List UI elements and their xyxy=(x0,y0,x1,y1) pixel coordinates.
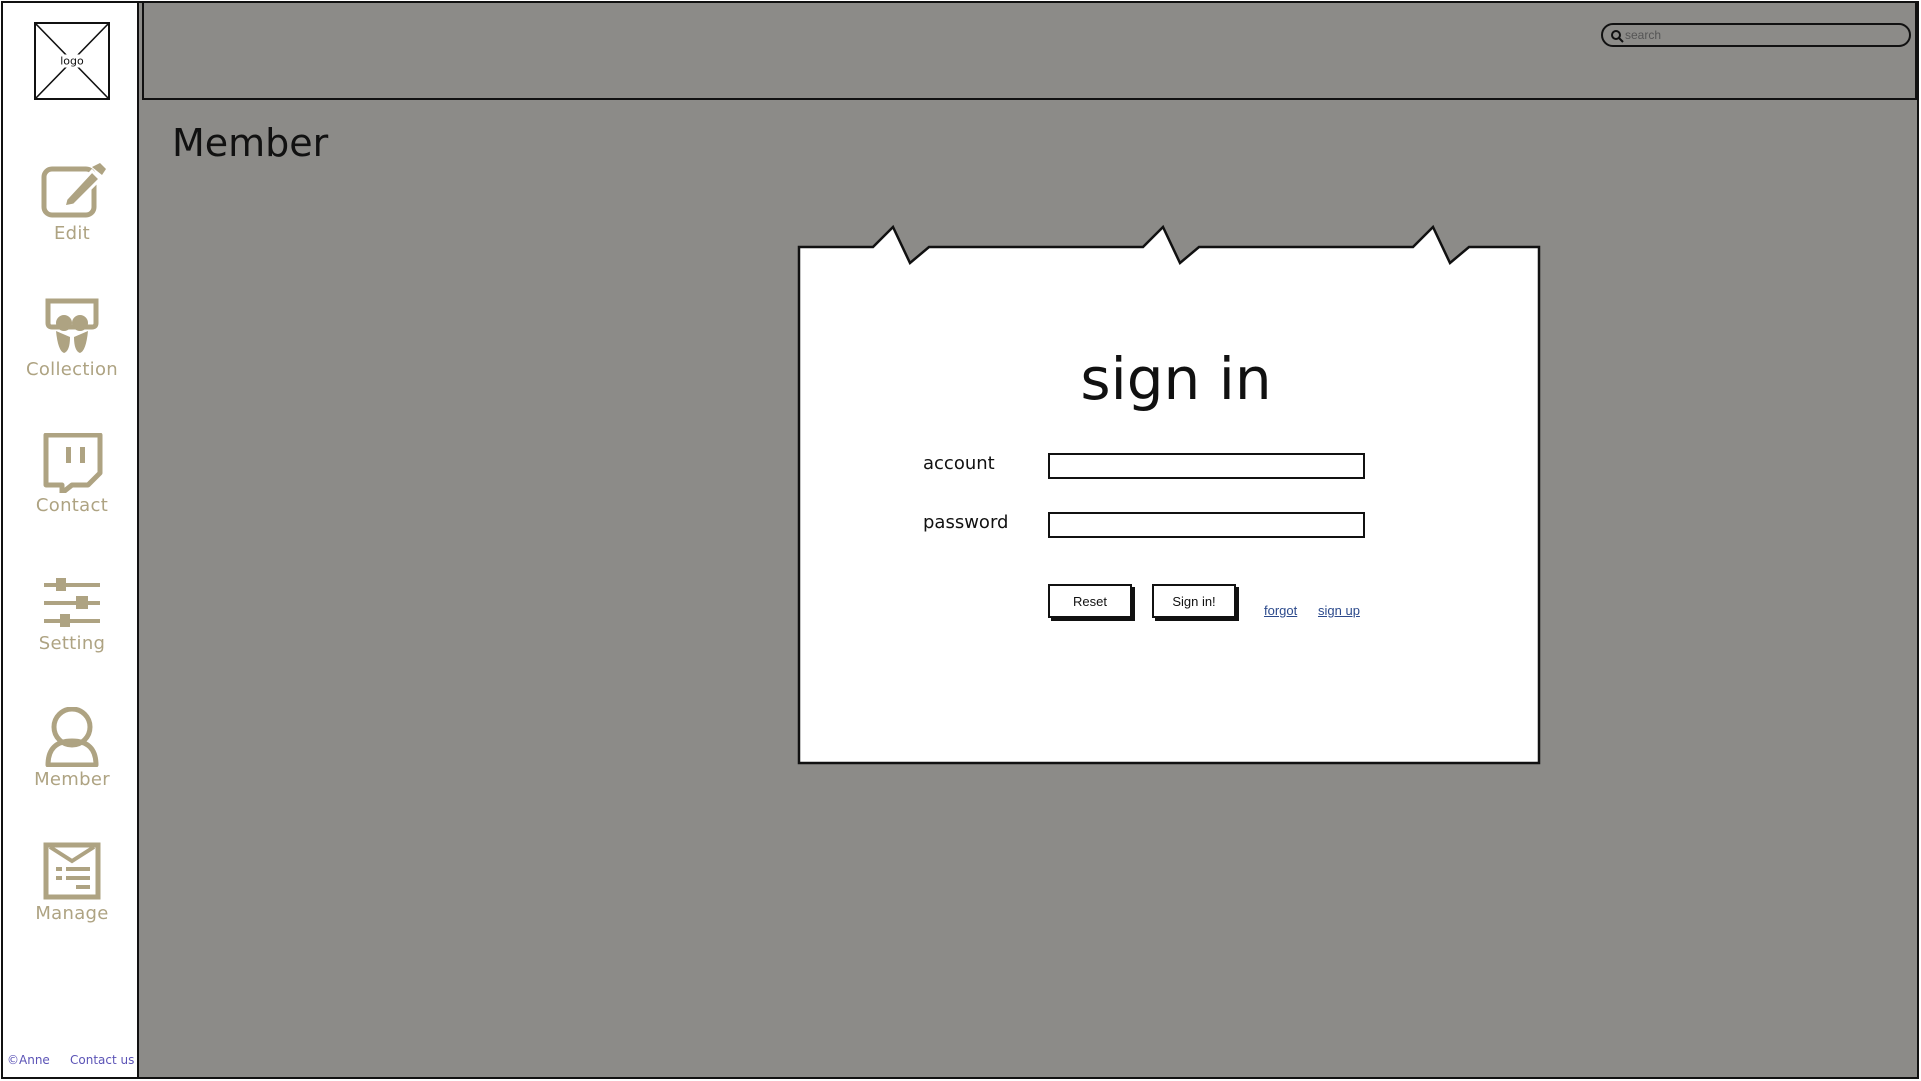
contact-us-link[interactable]: Contact us xyxy=(70,1053,134,1067)
account-label: account xyxy=(923,453,995,474)
sign-in-dialog: sign in account password Reset Sign in! … xyxy=(795,223,1543,767)
member-icon xyxy=(45,707,99,767)
search-box[interactable] xyxy=(1601,23,1911,47)
sidebar-item-label: Manage xyxy=(35,903,109,924)
sidebar-item-member[interactable]: Member xyxy=(3,707,141,790)
password-input[interactable] xyxy=(1048,512,1365,538)
dialog-frame xyxy=(797,224,1541,765)
top-bar xyxy=(142,3,1917,100)
copyright-text: ©Anne xyxy=(7,1053,50,1067)
sidebar-item-label: Member xyxy=(34,769,110,790)
sidebar-item-label: Contact xyxy=(35,495,109,516)
sidebar-item-label: Setting xyxy=(38,633,106,654)
manage-icon xyxy=(43,842,101,900)
search-input[interactable] xyxy=(1625,25,1895,45)
sidebar-item-collection[interactable]: Collection xyxy=(3,297,141,380)
account-input[interactable] xyxy=(1048,453,1365,479)
sign-up-link[interactable]: sign up xyxy=(1318,603,1360,618)
sidebar-item-contact[interactable]: Contact xyxy=(3,433,141,516)
sign-in-title: sign in xyxy=(1080,345,1272,413)
sidebar-item-label: Collection xyxy=(25,359,119,380)
forgot-link[interactable]: forgot xyxy=(1264,603,1297,618)
logo-label: logo xyxy=(58,54,86,68)
setting-icon xyxy=(44,578,100,627)
app-window: logo Edit Collection Contact Setting Mem… xyxy=(0,0,1921,1081)
collection-icon xyxy=(45,298,99,353)
logo[interactable]: logo xyxy=(34,22,110,100)
sidebar-item-label: Edit xyxy=(53,223,91,244)
sign-in-button[interactable]: Sign in! xyxy=(1152,584,1236,618)
contact-icon xyxy=(43,433,103,493)
sidebar-item-setting[interactable]: Setting xyxy=(3,571,141,654)
password-label: password xyxy=(923,512,1009,533)
search-icon xyxy=(1610,28,1624,43)
sidebar: logo Edit Collection Contact Setting Mem… xyxy=(1,1,139,1079)
edit-icon xyxy=(41,163,106,218)
page-title: Member xyxy=(172,121,329,165)
sidebar-item-edit[interactable]: Edit xyxy=(3,161,141,244)
reset-button[interactable]: Reset xyxy=(1048,584,1132,618)
sidebar-item-manage[interactable]: Manage xyxy=(3,841,141,924)
main-content: Member sign in account password Reset Si… xyxy=(139,1,1919,1079)
